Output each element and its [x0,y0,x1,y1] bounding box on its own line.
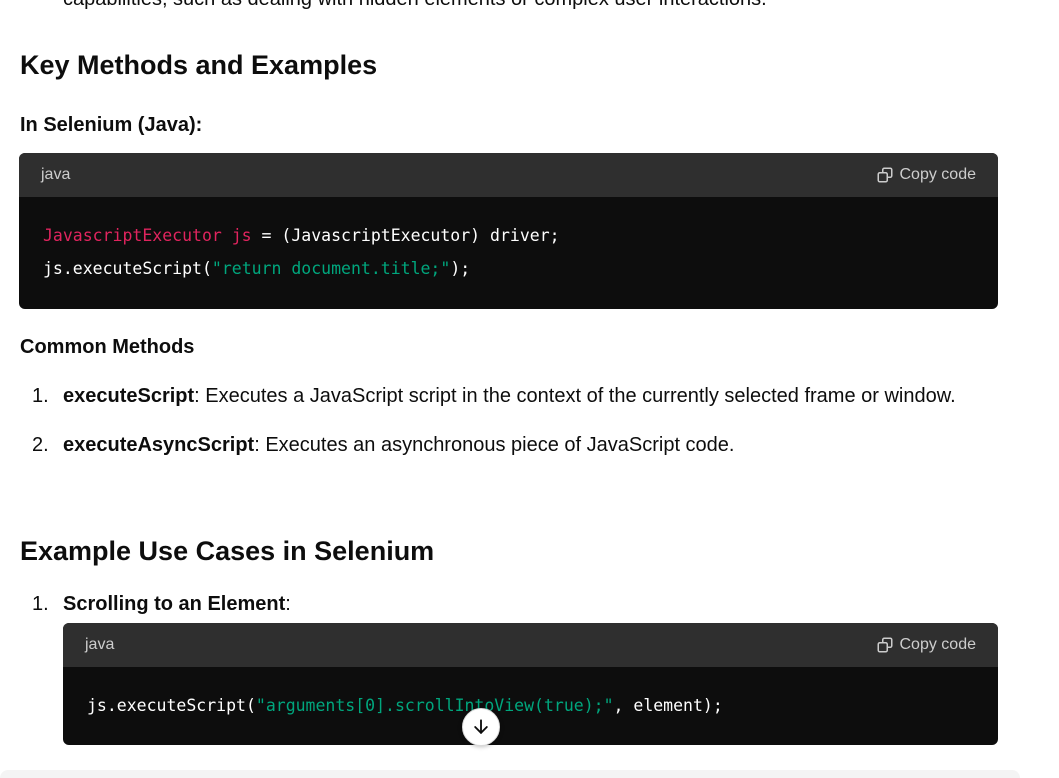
code-language-label: java [41,166,71,183]
list-item: 1. executeScript: Executes a JavaScript … [32,385,956,407]
use-case-name: Scrolling to an Element [63,593,286,615]
copy-code-label: Copy code [899,636,977,653]
code-token-type: JavascriptExecutor [43,226,222,245]
code-token: js.executeScript( [87,696,256,715]
code-token: , element); [613,696,723,715]
code-token: = (JavascriptExecutor) driver; [251,226,560,245]
method-desc: : Executes an asynchronous piece of Java… [254,434,735,456]
copy-icon [877,637,892,653]
copy-code-label: Copy code [899,166,977,183]
code-header: java Copy code [63,623,998,667]
code-token: js.executeScript( [43,259,212,278]
truncated-paragraph: capabilities, such as dealing with hidde… [63,0,767,11]
code-block-1: java Copy code JavascriptExecutor js = (… [19,153,998,309]
code-token-var: js [231,226,252,245]
code-language-label: java [85,636,115,653]
code-block-2: java Copy code js.executeScript("argumen… [63,623,998,745]
code-content: JavascriptExecutor js = (JavascriptExecu… [19,197,998,307]
method-name: executeScript [63,385,195,407]
method-name: executeAsyncScript [63,434,255,456]
code-token-string: "arguments[0].scrollIntoView(true);" [255,696,614,715]
use-cases-list: 1. Scrolling to an Element: [20,585,960,623]
method-desc: : Executes a JavaScript script in the co… [194,385,956,407]
subheading-selenium-java: In Selenium (Java): [20,114,203,136]
message-composer-edge [0,770,1020,778]
copy-icon [877,167,892,183]
scroll-to-bottom-button[interactable] [462,708,500,746]
heading-use-cases: Example Use Cases in Selenium [20,536,435,566]
copy-code-button[interactable]: Copy code [876,636,977,654]
list-item: 2. executeAsyncScript: Executes an async… [32,434,735,456]
copy-code-button[interactable]: Copy code [876,166,977,184]
code-token-string: "return document.title;" [211,259,451,278]
subheading-common-methods: Common Methods [20,336,195,358]
heading-key-methods: Key Methods and Examples [20,50,378,80]
code-token: ); [450,259,471,278]
code-header: java Copy code [19,153,998,197]
methods-list: 1. executeScript: Executes a JavaScript … [20,377,960,464]
list-item: 1. Scrolling to an Element: [32,593,291,615]
code-content: js.executeScript("arguments[0].scrollInt… [63,667,998,744]
arrow-down-icon [474,719,488,734]
